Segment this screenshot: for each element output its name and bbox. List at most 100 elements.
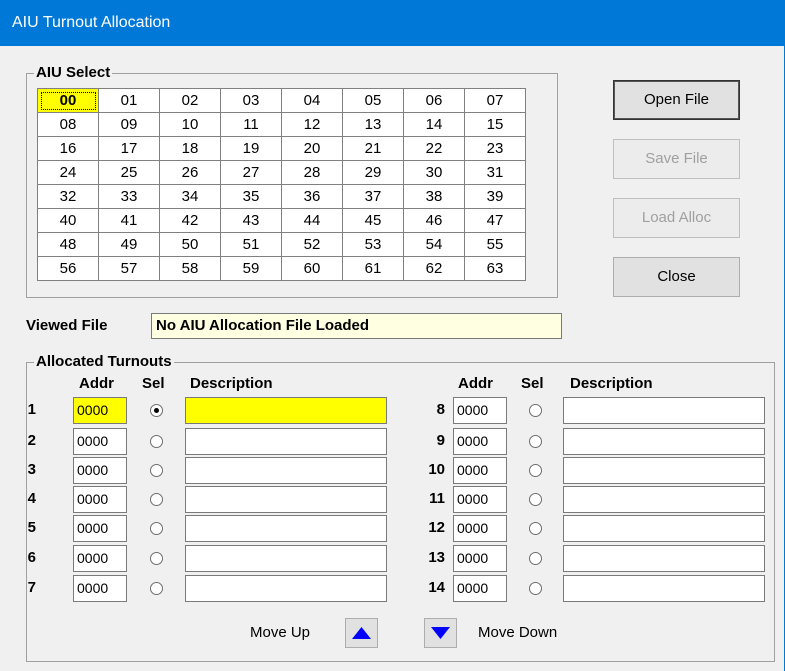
aiu-cell[interactable]: 04	[281, 88, 343, 113]
aiu-cell[interactable]: 36	[281, 184, 343, 209]
aiu-cell[interactable]: 51	[220, 232, 282, 257]
turnout-description-field[interactable]	[563, 515, 765, 542]
turnout-description-field[interactable]	[185, 428, 387, 455]
save-file-button[interactable]: Save File	[613, 139, 740, 179]
aiu-cell[interactable]: 18	[159, 136, 221, 161]
aiu-cell[interactable]: 09	[98, 112, 160, 137]
aiu-cell[interactable]: 21	[342, 136, 404, 161]
turnout-addr-field[interactable]: 0000	[73, 515, 127, 542]
aiu-cell[interactable]: 14	[403, 112, 465, 137]
turnout-select-radio[interactable]	[150, 404, 163, 417]
aiu-cell[interactable]: 53	[342, 232, 404, 257]
open-file-button[interactable]: Open File	[613, 80, 740, 120]
turnout-description-field[interactable]	[185, 486, 387, 513]
aiu-cell[interactable]: 32	[37, 184, 99, 209]
aiu-cell[interactable]: 48	[37, 232, 99, 257]
aiu-cell[interactable]: 15	[464, 112, 526, 137]
aiu-cell[interactable]: 43	[220, 208, 282, 233]
turnout-select-radio[interactable]	[529, 552, 542, 565]
aiu-cell[interactable]: 40	[37, 208, 99, 233]
aiu-cell[interactable]: 24	[37, 160, 99, 185]
aiu-cell[interactable]: 49	[98, 232, 160, 257]
turnout-addr-field[interactable]: 0000	[73, 397, 127, 424]
aiu-cell[interactable]: 13	[342, 112, 404, 137]
aiu-cell[interactable]: 16	[37, 136, 99, 161]
aiu-cell[interactable]: 52	[281, 232, 343, 257]
turnout-description-field[interactable]	[185, 457, 387, 484]
turnout-description-field[interactable]	[185, 515, 387, 542]
turnout-description-field[interactable]	[185, 575, 387, 602]
aiu-cell[interactable]: 00	[37, 88, 99, 113]
turnout-addr-field[interactable]: 0000	[453, 428, 507, 455]
aiu-cell[interactable]: 41	[98, 208, 160, 233]
turnout-select-radio[interactable]	[529, 435, 542, 448]
turnout-select-radio[interactable]	[529, 522, 542, 535]
aiu-cell[interactable]: 27	[220, 160, 282, 185]
aiu-cell[interactable]: 05	[342, 88, 404, 113]
aiu-cell[interactable]: 26	[159, 160, 221, 185]
turnout-addr-field[interactable]: 0000	[73, 545, 127, 572]
aiu-cell[interactable]: 50	[159, 232, 221, 257]
aiu-cell[interactable]: 59	[220, 256, 282, 281]
turnout-description-field[interactable]	[563, 428, 765, 455]
turnout-select-radio[interactable]	[529, 582, 542, 595]
turnout-select-radio[interactable]	[529, 493, 542, 506]
aiu-cell[interactable]: 01	[98, 88, 160, 113]
aiu-cell[interactable]: 03	[220, 88, 282, 113]
aiu-cell[interactable]: 56	[37, 256, 99, 281]
turnout-select-radio[interactable]	[150, 582, 163, 595]
turnout-description-field[interactable]	[563, 575, 765, 602]
aiu-cell[interactable]: 07	[464, 88, 526, 113]
aiu-cell[interactable]: 45	[342, 208, 404, 233]
aiu-cell[interactable]: 38	[403, 184, 465, 209]
aiu-cell[interactable]: 10	[159, 112, 221, 137]
aiu-cell[interactable]: 47	[464, 208, 526, 233]
turnout-addr-field[interactable]: 0000	[453, 397, 507, 424]
aiu-cell[interactable]: 46	[403, 208, 465, 233]
turnout-addr-field[interactable]: 0000	[73, 575, 127, 602]
turnout-description-field[interactable]	[563, 545, 765, 572]
turnout-addr-field[interactable]: 0000	[73, 486, 127, 513]
turnout-addr-field[interactable]: 0000	[453, 515, 507, 542]
turnout-addr-field[interactable]: 0000	[453, 545, 507, 572]
aiu-cell[interactable]: 28	[281, 160, 343, 185]
aiu-cell[interactable]: 20	[281, 136, 343, 161]
turnout-select-radio[interactable]	[529, 404, 542, 417]
aiu-cell[interactable]: 08	[37, 112, 99, 137]
turnout-select-radio[interactable]	[150, 435, 163, 448]
aiu-cell[interactable]: 35	[220, 184, 282, 209]
aiu-cell[interactable]: 39	[464, 184, 526, 209]
turnout-addr-field[interactable]: 0000	[453, 457, 507, 484]
aiu-cell[interactable]: 25	[98, 160, 160, 185]
aiu-cell[interactable]: 63	[464, 256, 526, 281]
aiu-cell[interactable]: 60	[281, 256, 343, 281]
aiu-cell[interactable]: 61	[342, 256, 404, 281]
aiu-cell[interactable]: 33	[98, 184, 160, 209]
turnout-description-field[interactable]	[563, 486, 765, 513]
turnout-description-field[interactable]	[563, 457, 765, 484]
move-up-button[interactable]	[345, 618, 378, 648]
aiu-cell[interactable]: 34	[159, 184, 221, 209]
aiu-cell[interactable]: 06	[403, 88, 465, 113]
aiu-cell[interactable]: 31	[464, 160, 526, 185]
aiu-cell[interactable]: 42	[159, 208, 221, 233]
aiu-cell[interactable]: 12	[281, 112, 343, 137]
aiu-cell[interactable]: 62	[403, 256, 465, 281]
aiu-cell[interactable]: 54	[403, 232, 465, 257]
aiu-cell[interactable]: 37	[342, 184, 404, 209]
turnout-select-radio[interactable]	[529, 464, 542, 477]
aiu-cell[interactable]: 19	[220, 136, 282, 161]
turnout-addr-field[interactable]: 0000	[453, 575, 507, 602]
aiu-cell[interactable]: 29	[342, 160, 404, 185]
close-button[interactable]: Close	[613, 257, 740, 297]
aiu-cell[interactable]: 17	[98, 136, 160, 161]
aiu-cell[interactable]: 22	[403, 136, 465, 161]
turnout-addr-field[interactable]: 0000	[453, 486, 507, 513]
aiu-cell[interactable]: 30	[403, 160, 465, 185]
move-down-button[interactable]	[424, 618, 457, 648]
turnout-select-radio[interactable]	[150, 464, 163, 477]
aiu-cell[interactable]: 55	[464, 232, 526, 257]
turnout-description-field[interactable]	[563, 397, 765, 424]
load-alloc-button[interactable]: Load Alloc	[613, 198, 740, 238]
aiu-cell[interactable]: 57	[98, 256, 160, 281]
